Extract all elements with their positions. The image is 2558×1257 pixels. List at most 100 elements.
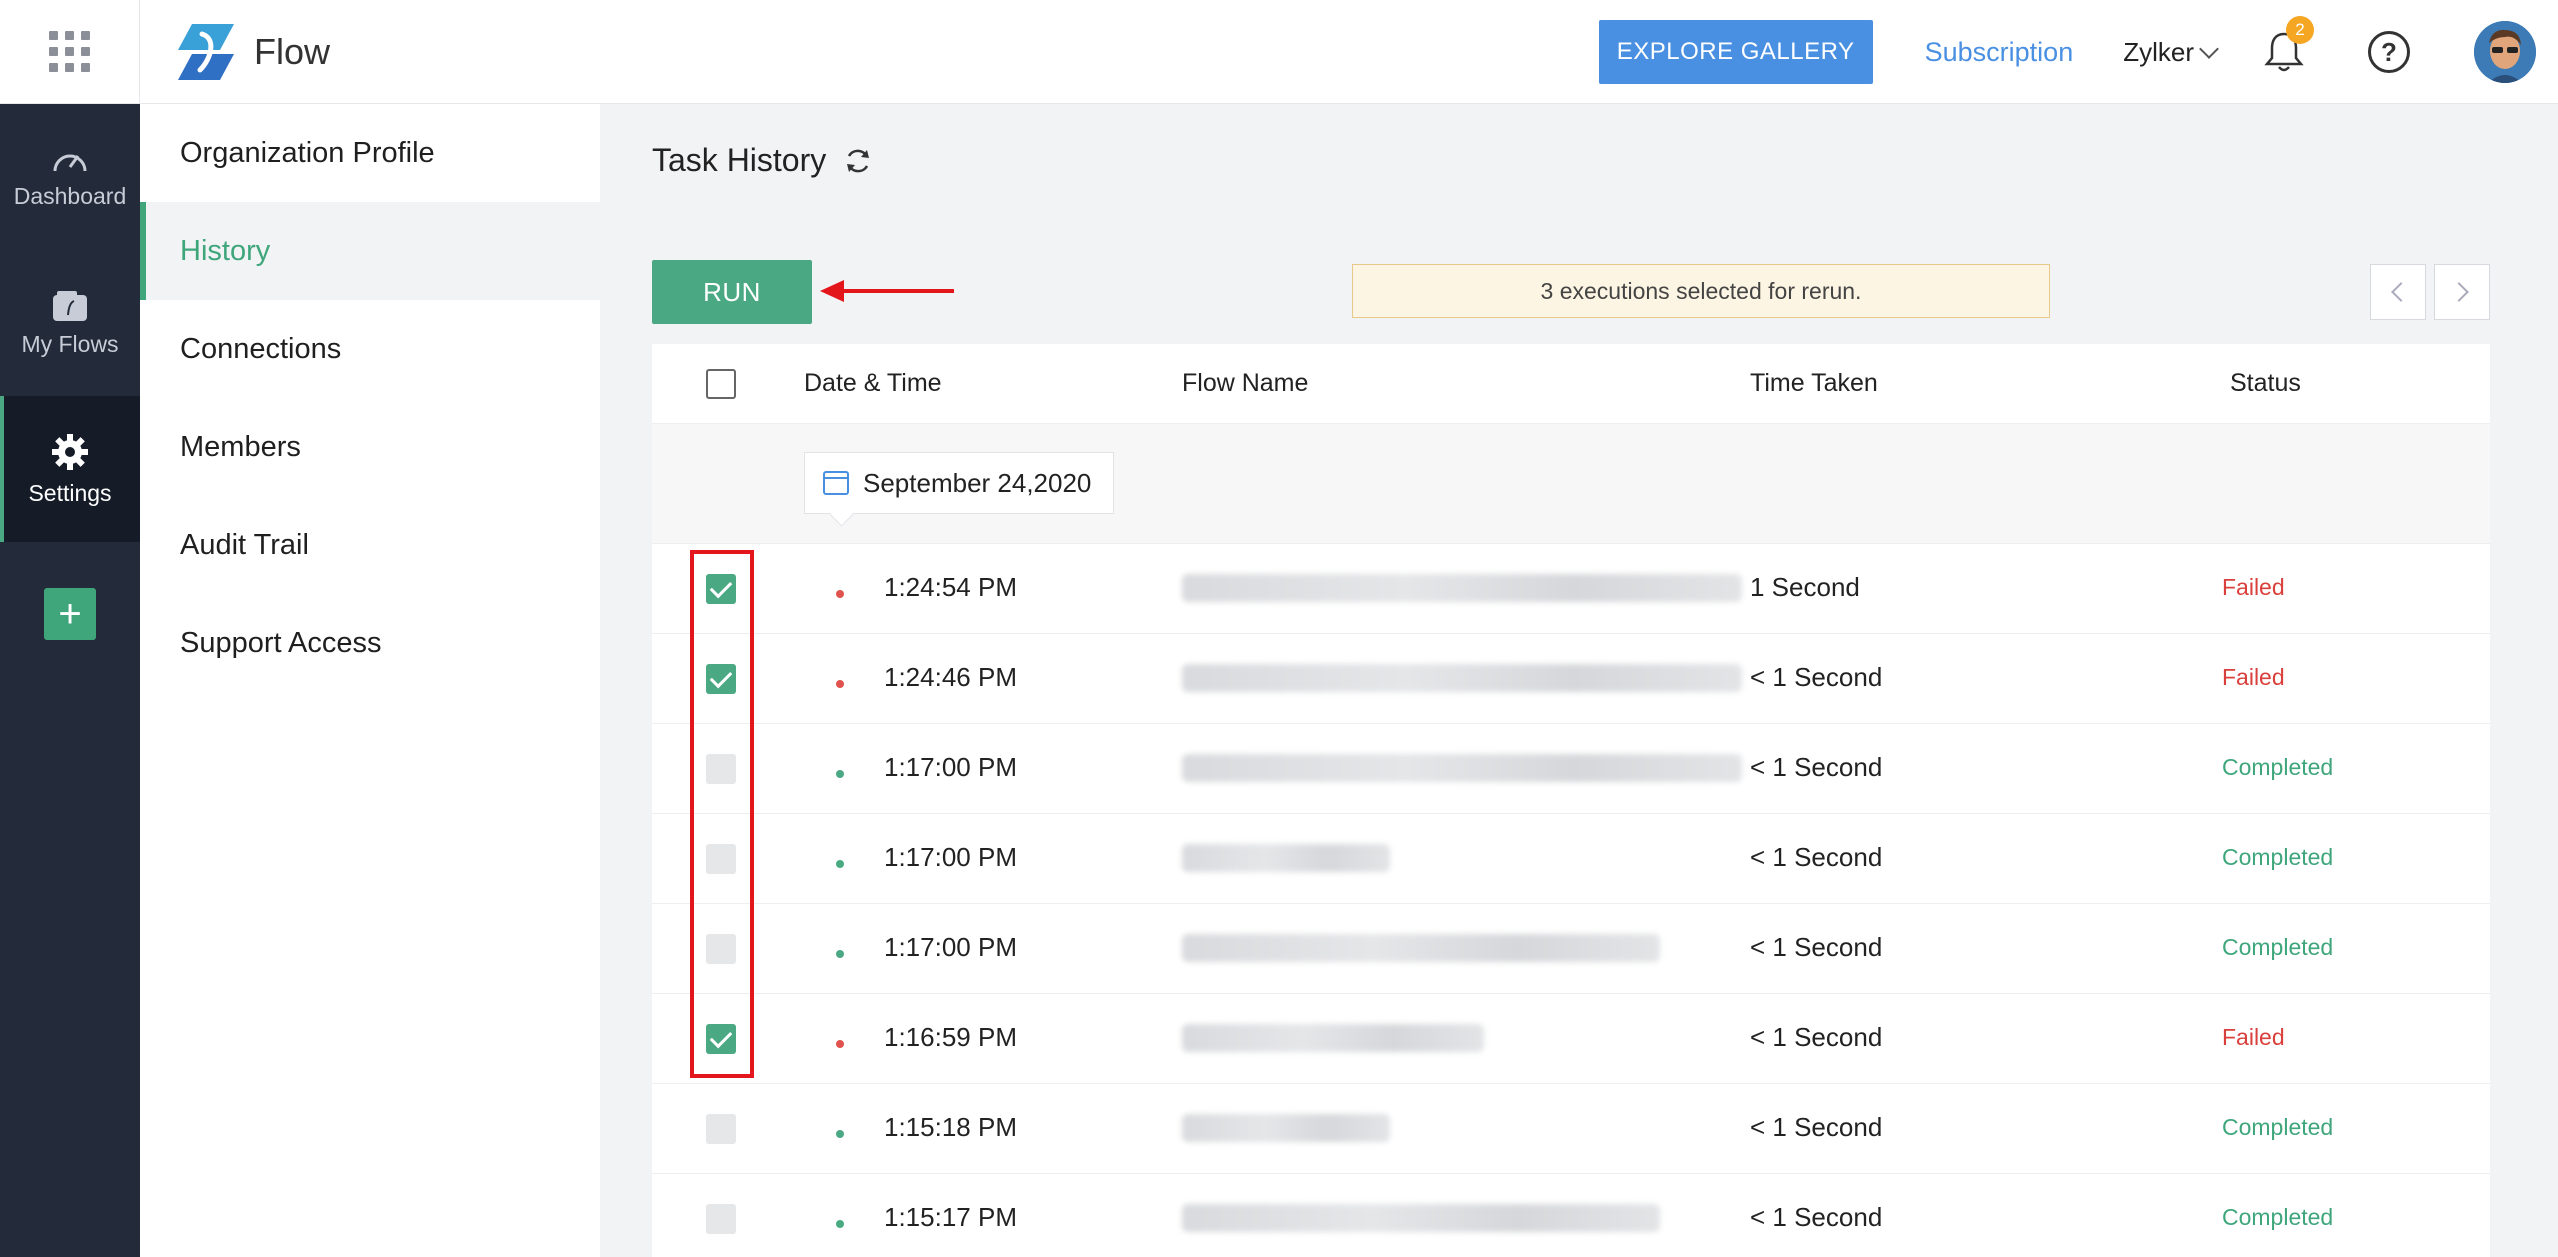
flow-name-redacted[interactable]	[1182, 1114, 1390, 1142]
row-time-taken: < 1 Second	[1750, 752, 1883, 782]
brand[interactable]: Flow	[172, 20, 330, 84]
header-time-taken: Time Taken	[1750, 369, 1878, 397]
status-badge: Completed	[2222, 754, 2334, 780]
row-time: 1:16:59 PM	[884, 1022, 1017, 1052]
flow-name-redacted[interactable]	[1182, 1204, 1660, 1232]
select-all-checkbox[interactable]	[706, 368, 736, 399]
table-row[interactable]: 1:16:59 PM < 1 Second Failed	[652, 994, 2490, 1084]
add-flow-button[interactable]: +	[44, 588, 96, 640]
nav-my-flows[interactable]: My Flows	[0, 250, 140, 396]
rerun-notice: 3 executions selected for rerun.	[1352, 264, 2050, 318]
flow-name-redacted[interactable]	[1182, 934, 1660, 962]
nav-settings[interactable]: Settings	[0, 396, 140, 542]
row-time-taken: < 1 Second	[1750, 1112, 1883, 1142]
status-dot	[836, 590, 844, 598]
grid-icon	[49, 31, 90, 72]
org-switcher[interactable]: Zylker	[2123, 36, 2219, 68]
status-dot	[836, 1130, 844, 1138]
status-dot	[836, 950, 844, 958]
row-time: 1:24:54 PM	[884, 572, 1017, 602]
nav-label: Settings	[28, 479, 112, 506]
subnav-item-history[interactable]: History	[140, 202, 600, 300]
subnav-item-members[interactable]: Members	[140, 398, 600, 496]
row-time-taken: < 1 Second	[1750, 1022, 1883, 1052]
subscription-link[interactable]: Subscription	[1925, 37, 2074, 68]
org-name: Zylker	[2123, 36, 2194, 67]
flow-name-redacted[interactable]	[1182, 1024, 1484, 1052]
row-time-taken: < 1 Second	[1750, 932, 1883, 962]
flow-name-redacted[interactable]	[1182, 664, 1742, 692]
annotation-arrow-icon	[820, 280, 954, 302]
avatar[interactable]	[2474, 21, 2536, 83]
gear-icon	[52, 433, 88, 470]
table-row[interactable]: 1:24:54 PM 1 Second Failed	[652, 544, 2490, 634]
table-row[interactable]: 1:15:18 PM < 1 Second Completed	[652, 1084, 2490, 1174]
main-nav: Dashboard My Flows Settings +	[0, 104, 140, 1257]
row-checkbox[interactable]	[706, 1114, 736, 1144]
row-time: 1:17:00 PM	[884, 842, 1017, 872]
status-dot	[836, 680, 844, 688]
refresh-icon[interactable]	[842, 145, 874, 177]
app-launcher-button[interactable]	[0, 0, 140, 104]
subnav-item-audit-trail[interactable]: Audit Trail	[140, 496, 600, 594]
status-dot	[836, 1220, 844, 1228]
status-badge: Completed	[2222, 844, 2334, 870]
top-bar: Flow EXPLORE GALLERY Subscription Zylker…	[0, 0, 2558, 104]
row-time-taken: < 1 Second	[1750, 1202, 1883, 1232]
flow-name-redacted[interactable]	[1182, 754, 1742, 782]
row-time: 1:17:00 PM	[884, 752, 1017, 782]
nav-dashboard[interactable]: Dashboard	[0, 104, 140, 250]
annotation-highlight-box	[690, 550, 754, 1078]
header-status: Status	[2230, 369, 2301, 397]
flow-logo-icon	[172, 20, 240, 84]
table-header: Date & Time Flow Name Time Taken Status	[652, 344, 2490, 424]
chevron-down-icon	[2199, 39, 2219, 59]
date-group: September 24,2020	[652, 424, 2490, 544]
table-row[interactable]: 1:24:46 PM < 1 Second Failed	[652, 634, 2490, 724]
status-badge: Failed	[2222, 1024, 2285, 1050]
speedometer-icon	[53, 154, 87, 171]
next-page-button[interactable]	[2434, 264, 2490, 320]
task-history-table: Date & Time Flow Name Time Taken Status …	[652, 344, 2490, 1257]
date-group-label: September 24,2020	[863, 467, 1092, 498]
flow-name-redacted[interactable]	[1182, 844, 1390, 872]
header-flow-name: Flow Name	[1182, 369, 1309, 397]
page-title-text: Task History	[652, 142, 827, 178]
subnav-item-organization-profile[interactable]: Organization Profile	[140, 104, 600, 202]
help-icon[interactable]: ?	[2368, 31, 2410, 73]
row-time-taken: < 1 Second	[1750, 842, 1883, 872]
date-chip: September 24,2020	[804, 452, 1115, 514]
page-title: Task History	[652, 142, 874, 179]
status-badge: Failed	[2222, 664, 2285, 690]
row-checkbox[interactable]	[706, 1204, 736, 1234]
calendar-icon	[823, 471, 849, 495]
chevron-left-icon	[2391, 282, 2411, 302]
explore-gallery-button[interactable]: EXPLORE GALLERY	[1598, 20, 1873, 84]
nav-label: My Flows	[21, 330, 119, 357]
row-time: 1:15:17 PM	[884, 1202, 1017, 1232]
table-row[interactable]: 1:15:17 PM < 1 Second Completed	[652, 1174, 2490, 1257]
status-badge: Failed	[2222, 574, 2285, 600]
table-row[interactable]: 1:17:00 PM < 1 Second Completed	[652, 724, 2490, 814]
notifications-button[interactable]: 2	[2264, 16, 2314, 74]
subnav-item-support-access[interactable]: Support Access	[140, 594, 600, 692]
status-dot	[836, 1040, 844, 1048]
row-time: 1:24:46 PM	[884, 662, 1017, 692]
flow-name-redacted[interactable]	[1182, 574, 1742, 602]
row-time-taken: 1 Second	[1750, 572, 1860, 602]
status-dot	[836, 860, 844, 868]
run-button[interactable]: RUN	[652, 260, 812, 324]
table-row[interactable]: 1:17:00 PM < 1 Second Completed	[652, 904, 2490, 994]
nav-label: Dashboard	[13, 182, 127, 209]
app-name: Flow	[254, 30, 331, 72]
chevron-right-icon	[2449, 282, 2469, 302]
status-badge: Completed	[2222, 1114, 2334, 1140]
status-badge: Completed	[2222, 934, 2334, 960]
flow-folder-icon	[53, 290, 87, 321]
header-date: Date & Time	[804, 369, 942, 397]
subnav-item-connections[interactable]: Connections	[140, 300, 600, 398]
prev-page-button[interactable]	[2370, 264, 2426, 320]
row-time-taken: < 1 Second	[1750, 662, 1883, 692]
table-row[interactable]: 1:17:00 PM < 1 Second Completed	[652, 814, 2490, 904]
row-time: 1:15:18 PM	[884, 1112, 1017, 1142]
